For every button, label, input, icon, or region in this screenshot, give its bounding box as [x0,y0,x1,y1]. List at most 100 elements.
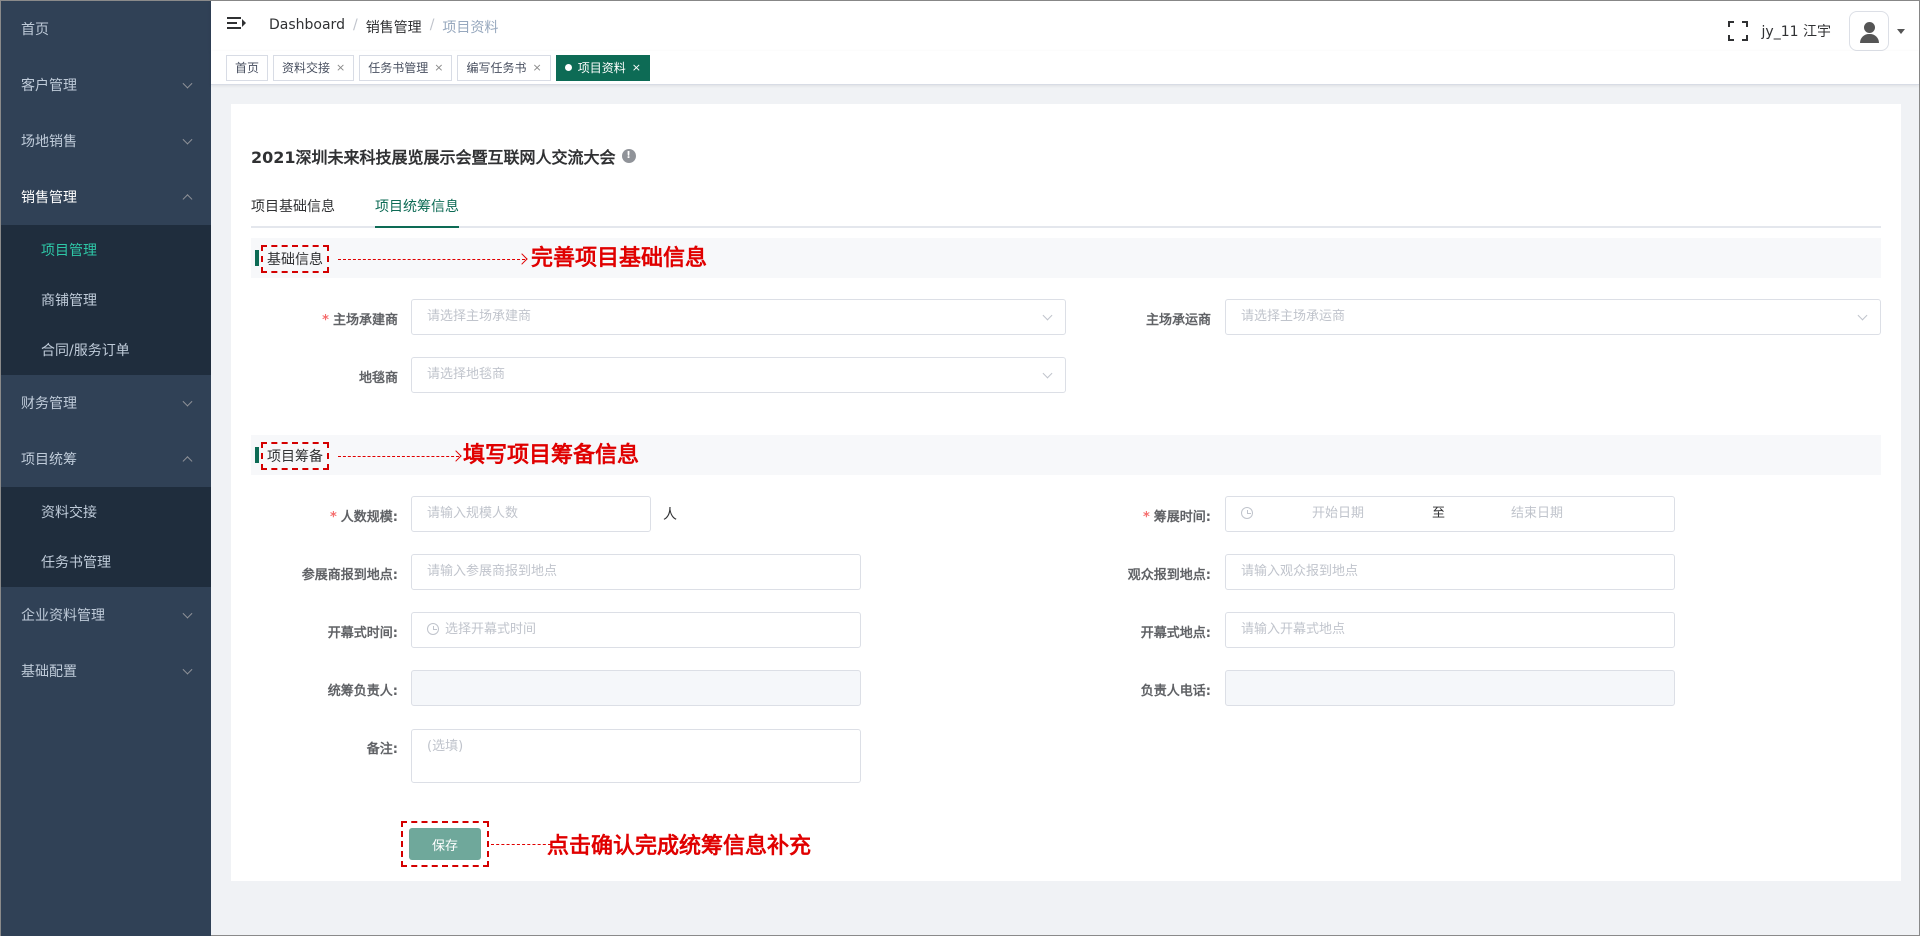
sidebar-item-project-coordination[interactable]: 项目统筹 [1,431,211,487]
annotation-arrow-line [338,456,459,457]
annotation-text: 完善项目基础信息 [531,246,708,271]
chevron-up-icon [182,194,193,205]
info-icon[interactable]: ! [621,149,636,163]
hamburger-icon[interactable] [227,17,246,33]
sidebar-item-label: 基础配置 [21,664,77,680]
tag-label: 编写任务书 [466,60,527,75]
sidebar-item-data-handover[interactable]: 资料交接 [1,487,211,537]
chevron-down-icon [182,608,193,619]
main-card: 2021深圳未来科技展览展示会暨互联网人交流大会 ! 项目基础信息 项目统筹信息… [231,104,1901,881]
prep-time-range-picker[interactable]: 开始日期 至 结束日期 [1225,496,1675,532]
required-mark: * [1142,510,1150,525]
remark-textarea[interactable]: (选填) [411,729,861,783]
sidebar-item-basic-config[interactable]: 基础配置 [1,643,211,699]
sidebar-item-label: 场地销售 [21,134,77,150]
sidebar-item-sales[interactable]: 销售管理 [1,169,211,225]
exhibitor-location-label: 参展商报到地点: [301,568,398,583]
opening-time-label: 开幕式时间: [327,626,398,641]
coordinator-phone-field [1225,670,1675,706]
required-mark: * [329,510,337,525]
sidebar-item-label: 项目管理 [41,243,97,259]
top-navbar: Dashboard / 销售管理 / 项目资料 jy_11 江宇 [211,1,1919,51]
tab-project-coordination-info[interactable]: 项目统筹信息 [375,196,459,228]
label-text: 人数规模: [340,510,398,525]
visitor-location-input[interactable]: 请输入观众报到地点 [1225,554,1675,590]
section-basic-info: 基础信息 [251,238,1881,278]
sidebar-item-label: 资料交接 [41,505,97,521]
sidebar-item-customers[interactable]: 客户管理 [1,57,211,113]
carpet-label: 地毯商 [358,371,398,386]
sidebar-item-home[interactable]: 首页 [1,1,211,57]
chevron-down-icon [182,78,193,89]
close-icon[interactable]: × [434,56,443,80]
exhibitor-location-input[interactable]: 请输入参展商报到地点 [411,554,861,590]
breadcrumb-dashboard[interactable]: Dashboard [269,17,345,37]
fullscreen-icon[interactable] [1727,21,1748,41]
main-builder-label: * 主场承建商 [271,309,398,328]
chevron-down-icon [182,396,193,407]
sidebar-item-label: 销售管理 [21,190,77,206]
sidebar-item-finance[interactable]: 财务管理 [1,375,211,431]
sidebar-item-label: 企业资料管理 [21,608,105,624]
scale-input[interactable]: 请输入规模人数 [411,496,651,532]
prep-time-label: * 筹展时间: [1091,506,1211,525]
tab-project-basic-info[interactable]: 项目基础信息 [251,196,335,228]
start-date-placeholder[interactable]: 开始日期 [1312,497,1364,531]
chevron-down-icon [182,664,193,675]
sidebar-item-label: 项目统筹 [21,452,77,468]
end-date-placeholder[interactable]: 结束日期 [1511,497,1563,531]
close-icon[interactable]: × [632,56,641,80]
breadcrumb-separator: / [352,17,358,33]
tag-label: 首页 [235,60,260,75]
sidebar-item-contracts[interactable]: 合同/服务订单 [1,325,211,375]
annotation-text: 点击确认完成统筹信息补充 [547,834,812,859]
save-button[interactable]: 保存 [409,828,481,860]
project-title: 2021深圳未来科技展览展示会暨互联网人交流大会 [251,148,616,167]
carpet-select[interactable]: 请选择地毯商 [411,357,1066,393]
opening-time-placeholder: 选择开幕式时间 [445,622,537,637]
sidebar-item-shop-management[interactable]: 商铺管理 [1,275,211,325]
breadcrumb-separator: / [429,17,435,33]
tags-view: 首页 资料交接 × 任务书管理 × 编写任务书 × 项目资料 × [211,51,1919,85]
breadcrumb-current: 项目资料 [442,20,499,36]
tag-task-books[interactable]: 任务书管理 × [359,54,453,81]
chevron-up-icon [182,456,193,467]
tabs: 项目基础信息 项目统筹信息 [251,196,1881,228]
main-carrier-select[interactable]: 请选择主场承运商 [1225,299,1881,335]
sidebar-item-task-books[interactable]: 任务书管理 [1,537,211,587]
coordinator-label: 统筹负责人: [327,684,398,699]
tag-data-handover[interactable]: 资料交接 × [273,54,355,81]
scale-label: * 人数规模: [271,506,398,525]
caret-down-icon[interactable] [1897,28,1905,34]
scale-unit: 人 [663,507,677,523]
close-icon[interactable]: × [533,56,542,80]
active-dot-icon [564,64,572,71]
coordinator-field [411,670,861,706]
sidebar: 首页 客户管理 场地销售 销售管理 项目管理 商铺管理 合同/服务订单 财务管理… [1,1,211,936]
clock-icon [427,622,439,635]
range-separator: 至 [1432,506,1446,521]
tag-label: 任务书管理 [368,60,429,75]
section-marker [255,250,259,266]
opening-time-picker[interactable]: 选择开幕式时间 [411,612,861,648]
breadcrumb-sales[interactable]: 销售管理 [366,17,422,37]
tag-home[interactable]: 首页 [226,54,269,81]
submenu-sales: 项目管理 商铺管理 合同/服务订单 [1,225,211,375]
tag-write-task-book[interactable]: 编写任务书 × [457,54,551,81]
avatar[interactable] [1849,11,1889,51]
opening-location-input[interactable]: 请输入开幕式地点 [1225,612,1675,648]
chevron-down-icon [182,134,193,145]
sidebar-item-project-management[interactable]: 项目管理 [1,225,211,275]
main-builder-select[interactable]: 请选择主场承建商 [411,299,1066,335]
username: jy_11 江宇 [1761,24,1831,40]
label-text: 主场承建商 [332,313,398,328]
visitor-location-label: 观众报到地点: [1127,568,1211,583]
sidebar-item-venue-sales[interactable]: 场地销售 [1,113,211,169]
close-icon[interactable]: × [336,56,345,80]
sidebar-item-enterprise-data[interactable]: 企业资料管理 [1,587,211,643]
required-mark: * [322,313,329,328]
tag-project-data[interactable]: 项目资料 × [555,54,650,81]
annotation-arrow-line [491,844,551,845]
coordinator-phone-label: 负责人电话: [1140,684,1211,699]
main-carrier-label: 主场承运商 [1145,313,1211,328]
